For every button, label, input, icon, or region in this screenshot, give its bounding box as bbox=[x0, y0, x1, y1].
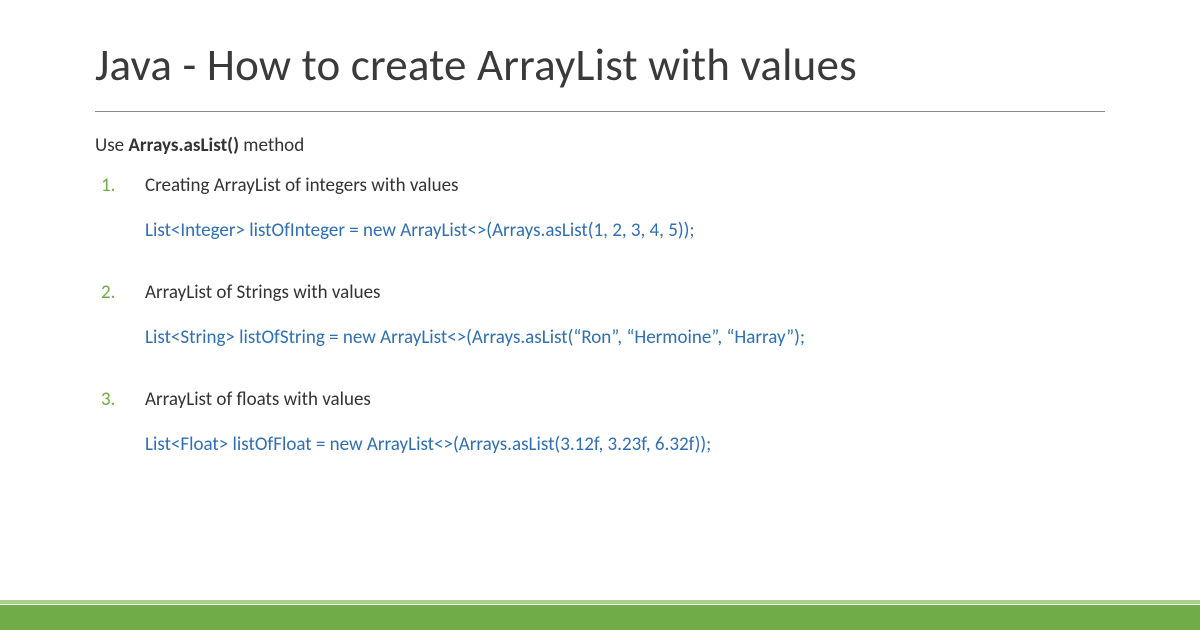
list-item: Creating ArrayList of integers with valu… bbox=[95, 173, 1105, 244]
example-label: ArrayList of Strings with values bbox=[145, 280, 1105, 307]
list-item: ArrayList of floats with values List<Flo… bbox=[95, 387, 1105, 458]
intro-text: Use Arrays.asList() method bbox=[95, 134, 1105, 157]
slide-content: Java - How to create ArrayList with valu… bbox=[0, 0, 1200, 459]
page-title: Java - How to create ArrayList with valu… bbox=[95, 38, 1105, 112]
example-code: List<Integer> listOfInteger = new ArrayL… bbox=[145, 218, 1105, 245]
intro-suffix: method bbox=[239, 134, 304, 157]
footer-accent-bar bbox=[0, 605, 1200, 630]
example-label: ArrayList of floats with values bbox=[145, 387, 1105, 414]
examples-list: Creating ArrayList of integers with valu… bbox=[95, 173, 1105, 459]
intro-prefix: Use bbox=[95, 134, 128, 157]
example-label: Creating ArrayList of integers with valu… bbox=[145, 173, 1105, 200]
intro-method: Arrays.asList() bbox=[128, 134, 239, 157]
list-item: ArrayList of Strings with values List<St… bbox=[95, 280, 1105, 351]
example-code: List<String> listOfString = new ArrayLis… bbox=[145, 325, 1105, 352]
example-code: List<Float> listOfFloat = new ArrayList<… bbox=[145, 432, 1105, 459]
